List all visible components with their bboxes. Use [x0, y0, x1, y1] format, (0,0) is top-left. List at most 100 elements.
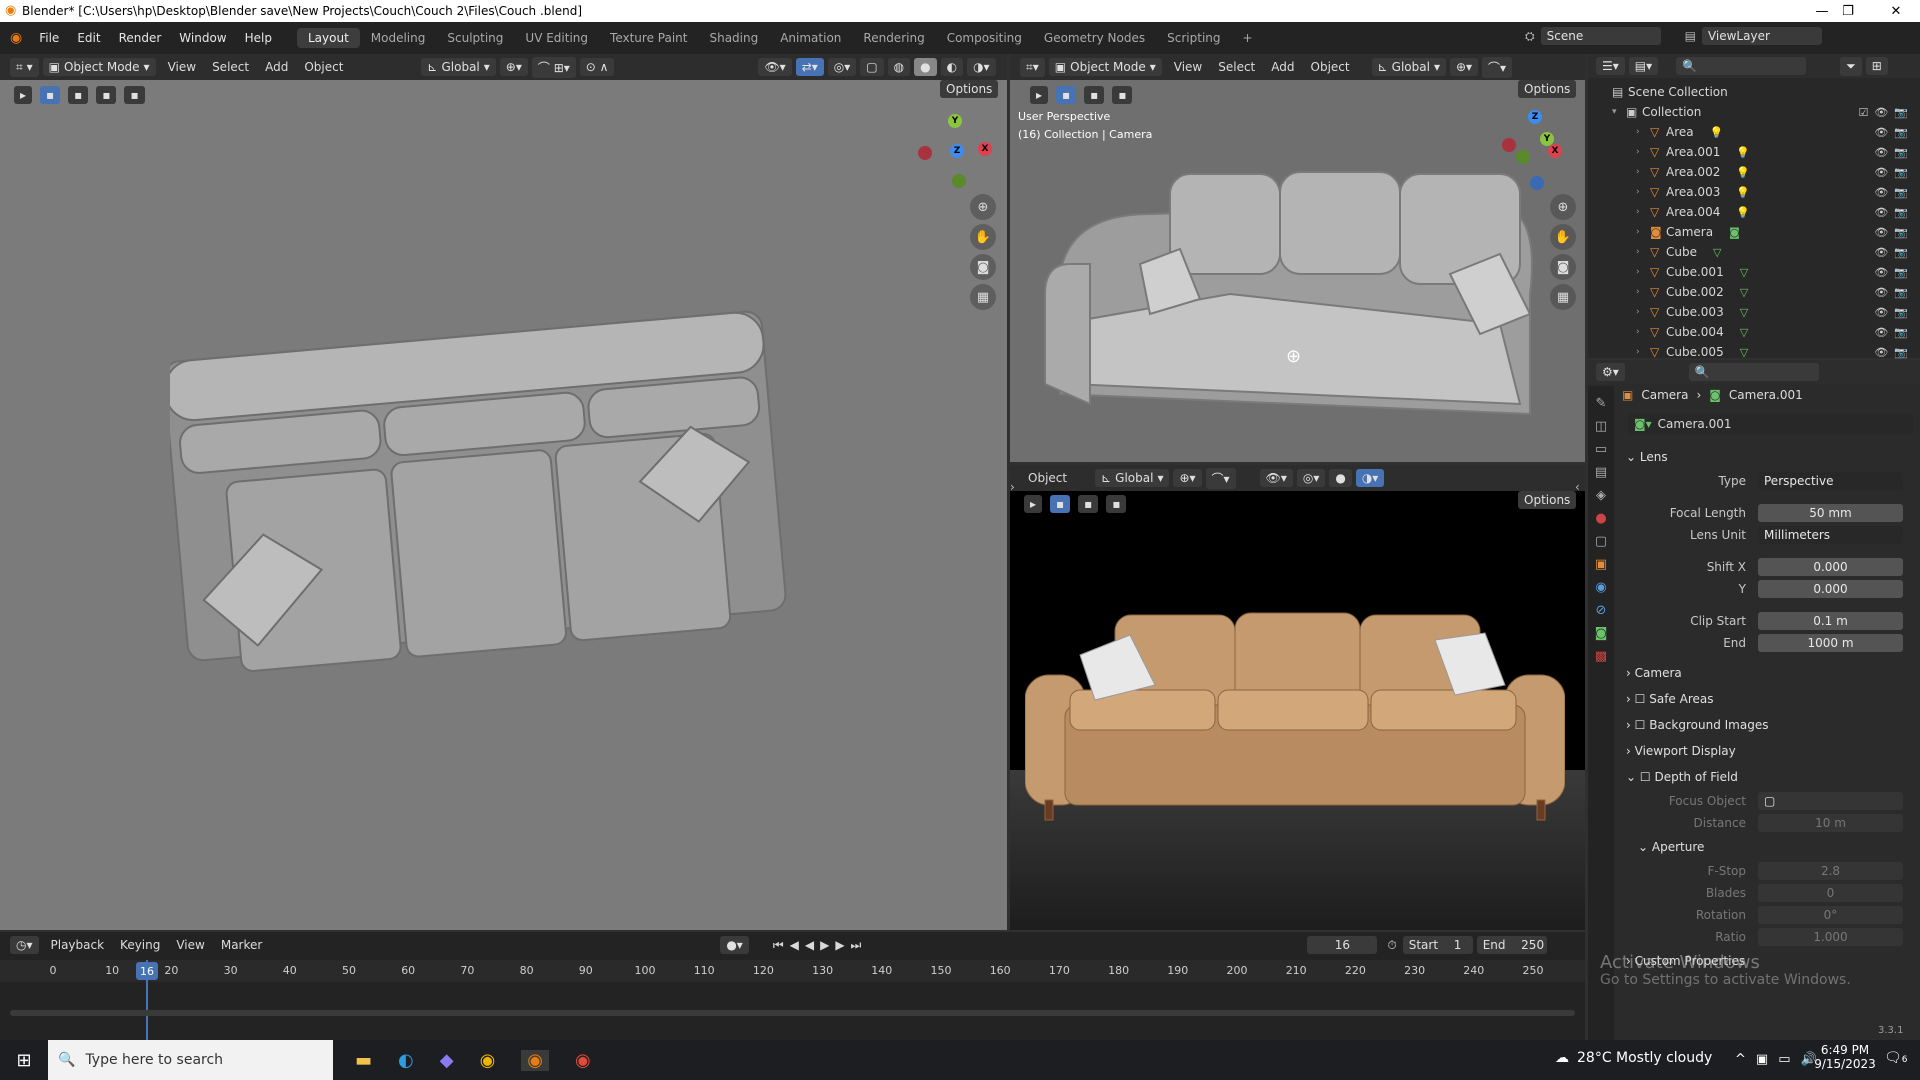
edge-icon[interactable]: ◐ — [398, 1050, 414, 1071]
gizmo-x-axis[interactable]: X — [1548, 144, 1562, 158]
tab-rendering[interactable]: Rendering — [852, 28, 935, 48]
visibility-icons[interactable]: 👁📷 — [1874, 126, 1914, 139]
shift-y-field[interactable]: 0.000 — [1758, 580, 1903, 598]
collapse-left-arrow-icon[interactable]: › — [1010, 480, 1015, 494]
clip-start-field[interactable]: 0.1 m — [1758, 612, 1903, 630]
menu-object[interactable]: Object — [1020, 471, 1075, 485]
focal-length-field[interactable]: 50 mm — [1758, 504, 1903, 522]
camera-view-icon[interactable]: ◙ — [1550, 254, 1576, 280]
pivot-icon[interactable]: ⊕▾ — [499, 58, 528, 76]
zoom-icon[interactable]: ⊕ — [1550, 194, 1576, 220]
end-frame-field[interactable]: End 250 — [1476, 936, 1547, 954]
select-mode-new-icon[interactable]: ▪ — [1056, 86, 1077, 104]
tab-texture-paint[interactable]: Texture Paint — [599, 28, 698, 48]
physics-tab-icon[interactable]: ◉ — [1595, 580, 1606, 595]
menu-marker[interactable]: Marker — [213, 938, 270, 952]
gizmo-y-axis[interactable]: Y — [948, 114, 962, 128]
scene-collection-row[interactable]: ▤ Scene Collection — [1588, 82, 1920, 102]
material-shading-icon[interactable]: ◐ — [940, 58, 964, 76]
chrome-icon-2[interactable]: ◉ — [575, 1050, 591, 1071]
visibility-icons[interactable]: 👁📷 — [1874, 286, 1914, 299]
outliner-item[interactable]: › ▽ Area 💡 👁📷 — [1588, 122, 1920, 142]
visibility-icons[interactable]: 👁📷 — [1874, 326, 1914, 339]
properties-search-icon[interactable]: 🔍 — [1688, 363, 1819, 381]
camera-view-icon[interactable]: ◙ — [970, 254, 996, 280]
tab-compositing[interactable]: Compositing — [936, 28, 1033, 48]
new-collection-icon[interactable]: ⊞ — [1865, 57, 1888, 75]
panel-dof-header[interactable]: ⌄ ☐ Depth of Field — [1618, 764, 1918, 790]
render-tab-icon[interactable]: ◫ — [1595, 419, 1607, 434]
viewport-right-top[interactable]: ⌗▾ ▣ Object Mode ▾ View Select Add Object… — [1010, 54, 1585, 462]
gizmo-neg-x-axis[interactable] — [918, 146, 932, 160]
gizmo-neg-x-axis[interactable] — [1502, 138, 1516, 152]
menu-add[interactable]: Add — [257, 60, 296, 74]
editor-type-button[interactable]: ⚙▾ — [1596, 363, 1625, 381]
tab-uv-editing[interactable]: UV Editing — [514, 28, 599, 48]
tab-shading[interactable]: Shading — [698, 28, 769, 48]
select-mode-extend-icon[interactable]: ▪ — [1084, 86, 1105, 104]
timeline-scrollbar[interactable] — [10, 1010, 1575, 1016]
scene-selector[interactable]: Scene — [1540, 27, 1661, 45]
expand-icon[interactable]: › — [1636, 187, 1650, 197]
panel-aperture-header[interactable]: ⌄ Aperture — [1618, 834, 1918, 860]
viewport-render-preview[interactable]: Object ⊾ Global ▾ ⊕▾ ⌒▾ 👁▾ ◎▾ ● ◑▾ ▸ ▪ ▪ … — [1010, 465, 1585, 930]
menu-help[interactable]: Help — [236, 31, 281, 45]
select-mode-subtract-icon[interactable]: ▪ — [1112, 86, 1133, 104]
outliner-item[interactable]: › ▽ Cube.001 ▽ 👁📷 — [1588, 262, 1920, 282]
clip-end-field[interactable]: 1000 m — [1758, 634, 1903, 652]
menu-file[interactable]: File — [30, 31, 68, 45]
tool-select-icon[interactable]: ▸ — [1024, 495, 1043, 513]
pivot-icon[interactable]: ⊕▾ — [1449, 58, 1479, 76]
wireframe-shading-icon[interactable]: ◍ — [887, 58, 911, 76]
editor-type-button[interactable]: ⌗ ▾ — [10, 57, 39, 77]
menu-view[interactable]: View — [160, 60, 204, 74]
menu-render[interactable]: Render — [110, 31, 171, 45]
tab-sculpting[interactable]: Sculpting — [436, 28, 514, 48]
taskbar-clock[interactable]: 6:49 PM 9/15/2023 — [1810, 1043, 1880, 1071]
gizmo-neg-y-axis[interactable] — [952, 174, 966, 188]
outliner-item[interactable]: › ▽ Area.004 💡 👁📷 — [1588, 202, 1920, 222]
transform-orientation-dropdown[interactable]: ⊾ Global ▾ — [421, 58, 496, 76]
navigation-gizmo[interactable]: Y X Z — [912, 114, 1002, 204]
datablock-selector[interactable]: ◙▾ Camera.001 — [1628, 414, 1913, 434]
display-mode-button[interactable]: ▤▾ — [1628, 57, 1659, 75]
filter-icon[interactable]: ⏷ — [1840, 56, 1862, 76]
select-mode-subtract-icon[interactable]: ▪ — [96, 86, 117, 104]
expand-icon[interactable]: › — [1636, 267, 1650, 277]
select-mode-new-icon[interactable]: ▪ — [40, 86, 61, 104]
visibility-icons[interactable]: 👁📷 — [1874, 346, 1914, 359]
visibility-icons[interactable]: 👁📷 — [1874, 246, 1914, 259]
current-frame-field[interactable]: 16 — [1307, 936, 1378, 954]
menu-edit[interactable]: Edit — [68, 31, 109, 45]
overlay-toggle-icon[interactable]: ◎▾ — [1296, 469, 1326, 487]
menu-view[interactable]: View — [1166, 60, 1210, 74]
object-tab-icon[interactable]: ▣ — [1595, 557, 1607, 572]
visibility-icons[interactable]: 👁📷 — [1874, 146, 1914, 159]
expand-icon[interactable]: › — [1636, 167, 1650, 177]
checkbox-icon[interactable]: ☐ — [1635, 692, 1646, 706]
playhead-frame-badge[interactable]: 16 — [136, 962, 158, 980]
visibility-icons[interactable]: 👁📷 — [1874, 206, 1914, 219]
select-mode-extend-icon[interactable]: ▪ — [1078, 495, 1099, 513]
panel-viewport-display-header[interactable]: › Viewport Display — [1618, 738, 1918, 764]
tab-scripting[interactable]: Scripting — [1156, 28, 1231, 48]
menu-select[interactable]: Select — [1210, 60, 1263, 74]
ratio-field[interactable]: 1.000 — [1758, 928, 1903, 946]
menu-select[interactable]: Select — [204, 60, 257, 74]
blender-taskbar-icon[interactable]: ◉ — [521, 1049, 550, 1071]
fstop-field[interactable]: 2.8 — [1758, 862, 1903, 880]
select-mode-invert-icon[interactable]: ▪ — [124, 86, 145, 104]
editor-type-button[interactable]: ☰▾ — [1596, 57, 1625, 75]
expand-icon[interactable]: › — [1636, 347, 1650, 357]
meet-now-icon[interactable]: ▣ — [1756, 1052, 1768, 1067]
visibility-icon[interactable]: 👁▾ — [1259, 469, 1293, 487]
panel-lens-header[interactable]: ⌄ Lens — [1618, 444, 1918, 470]
constraints-tab-icon[interactable]: ⊘ — [1596, 603, 1607, 618]
outliner-item[interactable]: › ▽ Area.002 💡 👁📷 — [1588, 162, 1920, 182]
zoom-icon[interactable]: ⊕ — [970, 194, 996, 220]
taskbar-search-box[interactable]: 🔍 Type here to search — [48, 1040, 333, 1080]
gizmo-z-axis[interactable]: Z — [950, 144, 964, 158]
chevron-up-icon[interactable]: ^ — [1735, 1052, 1746, 1067]
outliner-item[interactable]: › ▽ Cube.002 ▽ 👁📷 — [1588, 282, 1920, 302]
outliner-search-icon[interactable]: 🔍 — [1676, 57, 1807, 75]
